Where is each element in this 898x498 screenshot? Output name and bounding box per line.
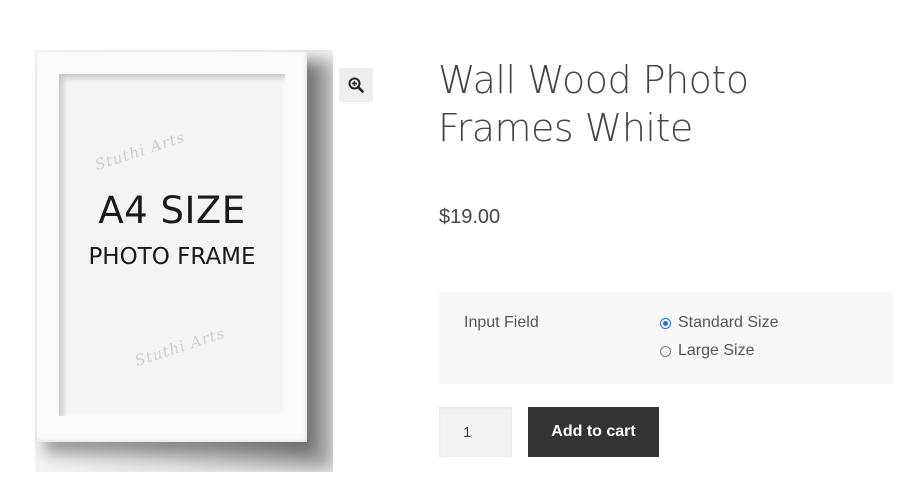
radio-label: Standard Size: [678, 314, 779, 331]
image-size-text: A4 SIZE: [98, 189, 246, 232]
watermark-text: Stuthi Arts: [92, 127, 188, 175]
product-price: $19.00: [439, 206, 501, 228]
image-frame-text: PHOTO FRAME: [88, 244, 256, 270]
quantity-input[interactable]: [439, 407, 512, 457]
radio-label: Large Size: [678, 342, 755, 359]
product-image[interactable]: Stuthi Arts A4 SIZE PHOTO FRAME Stuthi A…: [35, 50, 333, 472]
radio-button[interactable]: [660, 345, 671, 357]
radio-button-selected[interactable]: [660, 317, 671, 329]
radio-option-standard-size[interactable]: Standard Size: [660, 314, 779, 332]
product-gallery: Stuthi Arts A4 SIZE PHOTO FRAME Stuthi A…: [35, 50, 333, 472]
product-title: Wall Wood Photo Frames White: [438, 58, 749, 150]
add-to-cart-button[interactable]: Add to cart: [528, 407, 659, 457]
photo-frame-mat: Stuthi Arts A4 SIZE PHOTO FRAME Stuthi A…: [59, 74, 285, 416]
product-options: Input Field Standard Size Large Size: [439, 292, 893, 384]
watermark-text: Stuthi Arts: [132, 323, 228, 371]
magnifier-zoom-icon: [348, 77, 364, 93]
zoom-button[interactable]: [339, 68, 373, 102]
option-field-label: Input Field: [464, 314, 539, 331]
radio-option-large-size[interactable]: Large Size: [660, 342, 755, 360]
photo-frame: Stuthi Arts A4 SIZE PHOTO FRAME Stuthi A…: [37, 52, 307, 442]
